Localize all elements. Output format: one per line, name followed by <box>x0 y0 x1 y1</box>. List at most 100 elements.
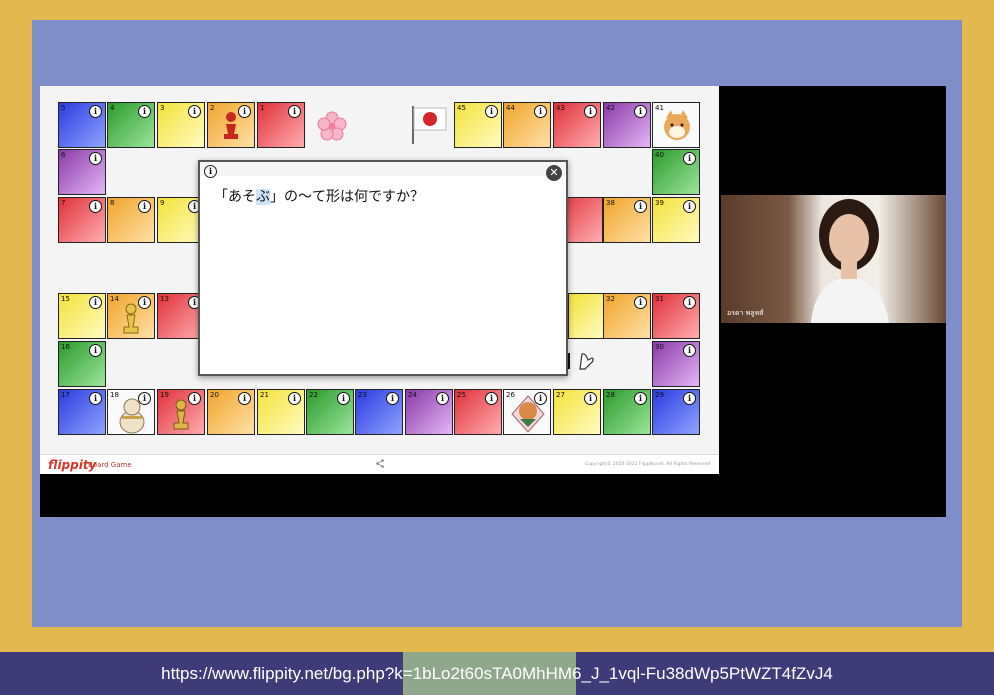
info-icon[interactable]: i <box>634 200 647 213</box>
info-icon[interactable]: i <box>683 296 696 309</box>
board-tile[interactable]: 26 i <box>503 389 551 435</box>
board-tile[interactable]: 44 i <box>503 102 551 148</box>
info-icon[interactable]: i <box>89 296 102 309</box>
info-icon[interactable]: i <box>584 392 597 405</box>
tile-number: 14 <box>110 295 119 303</box>
tile-number: 6 <box>61 151 66 159</box>
info-icon[interactable]: i <box>386 392 399 405</box>
board-tile[interactable]: 29 i <box>652 389 700 435</box>
board-tile[interactable]: 3i <box>157 102 205 148</box>
board-tile[interactable]: 42 i <box>603 102 651 148</box>
app-subtitle: Board Game <box>88 461 132 469</box>
red-pawn-icon[interactable] <box>220 111 242 141</box>
info-icon[interactable]: i <box>138 200 151 213</box>
app-footer: flippity Board Game Copyright© 2020-2021… <box>40 454 719 474</box>
board-tile[interactable]: 31 i <box>652 293 700 339</box>
tile-number: 5 <box>61 104 66 112</box>
board-tile[interactable]: 7i <box>58 197 106 243</box>
board-tile[interactable]: 22 i <box>306 389 354 435</box>
board-tile[interactable]: 43 i <box>553 102 601 148</box>
board-tile[interactable]: 19 i <box>157 389 205 435</box>
board-tile[interactable] <box>568 293 604 339</box>
info-icon[interactable]: i <box>683 392 696 405</box>
board-tile[interactable]: 21 i <box>257 389 305 435</box>
info-icon[interactable]: i <box>89 392 102 405</box>
info-icon[interactable]: i <box>634 296 647 309</box>
board-tile[interactable]: 15 i <box>58 293 106 339</box>
url-caption: https://www.flippity.net/bg.php?k=1bLo2t… <box>0 652 994 695</box>
info-icon[interactable]: i <box>485 105 498 118</box>
gold-pawn-icon[interactable] <box>170 398 192 432</box>
info-icon[interactable]: i <box>89 152 102 165</box>
board-tile[interactable]: 6i <box>58 149 106 195</box>
info-icon[interactable]: i <box>683 344 696 357</box>
info-icon[interactable]: i <box>683 152 696 165</box>
tile-number: 28 <box>606 391 615 399</box>
sakura-flower-icon <box>317 111 347 141</box>
board-tile[interactable]: 20 i <box>207 389 255 435</box>
board-tile[interactable]: 16 i <box>58 341 106 387</box>
japan-flag-icon <box>412 106 447 144</box>
board-tile[interactable]: 17 i <box>58 389 106 435</box>
info-icon[interactable]: i <box>436 392 449 405</box>
board-tile[interactable]: 2i <box>207 102 255 148</box>
tile-number: 32 <box>606 295 615 303</box>
board-tile[interactable]: 1i <box>257 102 305 148</box>
tile-number: 25 <box>457 391 466 399</box>
tile-number: 16 <box>61 343 70 351</box>
board-tile[interactable]: 40 i <box>652 149 700 195</box>
close-button[interactable]: ✕ <box>546 165 562 181</box>
tile-number: 3 <box>160 104 165 112</box>
info-icon[interactable]: i <box>634 105 647 118</box>
info-icon[interactable]: i <box>634 392 647 405</box>
tile-number: 42 <box>606 104 615 112</box>
board-tile[interactable]: 5i <box>58 102 106 148</box>
board-tile[interactable]: 25 i <box>454 389 502 435</box>
info-icon[interactable]: i <box>138 105 151 118</box>
info-icon[interactable]: i <box>89 105 102 118</box>
board-tile[interactable]: 38 i <box>603 197 651 243</box>
participant-name: อรดา พลูทส์ <box>727 309 764 317</box>
board-tile[interactable]: 18 i <box>107 389 155 435</box>
info-icon[interactable]: i <box>238 392 251 405</box>
board-tile[interactable]: 8i <box>107 197 155 243</box>
info-icon[interactable]: i <box>89 200 102 213</box>
question-part: 」の〜て形は何ですか？ <box>270 189 424 205</box>
screen-share: 5i 4i 3i 2i 1i 45 i 44 i 43 i 42 i 41 6i 40 i… <box>40 86 946 517</box>
webcam-feed: อรดา พลูทส์ <box>721 195 946 323</box>
board-tile[interactable]: 39 i <box>652 197 700 243</box>
board-tile[interactable]: 14 i <box>107 293 155 339</box>
info-icon[interactable]: i <box>188 105 201 118</box>
board-tile[interactable]: 32 i <box>603 293 651 339</box>
question-dialog: i ✕ 「あそぶ」の〜て形は何ですか？ <box>198 160 568 376</box>
info-icon[interactable]: i <box>485 392 498 405</box>
board-tile[interactable]: 45 i <box>454 102 502 148</box>
info-icon[interactable]: i <box>288 392 301 405</box>
tile-number: 44 <box>506 104 515 112</box>
info-icon[interactable]: i <box>584 105 597 118</box>
tile-number: 19 <box>160 391 169 399</box>
maneki-neko-image <box>119 398 145 434</box>
share-icon[interactable] <box>376 459 384 468</box>
board-tile[interactable]: 23 i <box>355 389 403 435</box>
board-tile[interactable]: 41 <box>652 102 700 148</box>
tile-number: 21 <box>260 391 269 399</box>
info-icon[interactable]: i <box>683 200 696 213</box>
tile-number: 1 <box>260 104 265 112</box>
board-tile[interactable]: 24 i <box>405 389 453 435</box>
tile-number: 45 <box>457 104 466 112</box>
info-icon[interactable]: i <box>204 165 217 178</box>
info-icon[interactable]: i <box>337 392 350 405</box>
board-tile[interactable]: 30 i <box>652 341 700 387</box>
info-icon[interactable]: i <box>288 105 301 118</box>
tile-number: 17 <box>61 391 70 399</box>
info-icon[interactable]: i <box>534 105 547 118</box>
tile-number: 40 <box>655 151 664 159</box>
board-tile[interactable]: 28 i <box>603 389 651 435</box>
board-tile[interactable]: 27 i <box>553 389 601 435</box>
yellow-pawn-icon[interactable] <box>120 302 142 336</box>
dialog-titlebar: i ✕ <box>200 162 566 181</box>
board-tile[interactable]: 4i <box>107 102 155 148</box>
tile-number: 43 <box>556 104 565 112</box>
info-icon[interactable]: i <box>89 344 102 357</box>
